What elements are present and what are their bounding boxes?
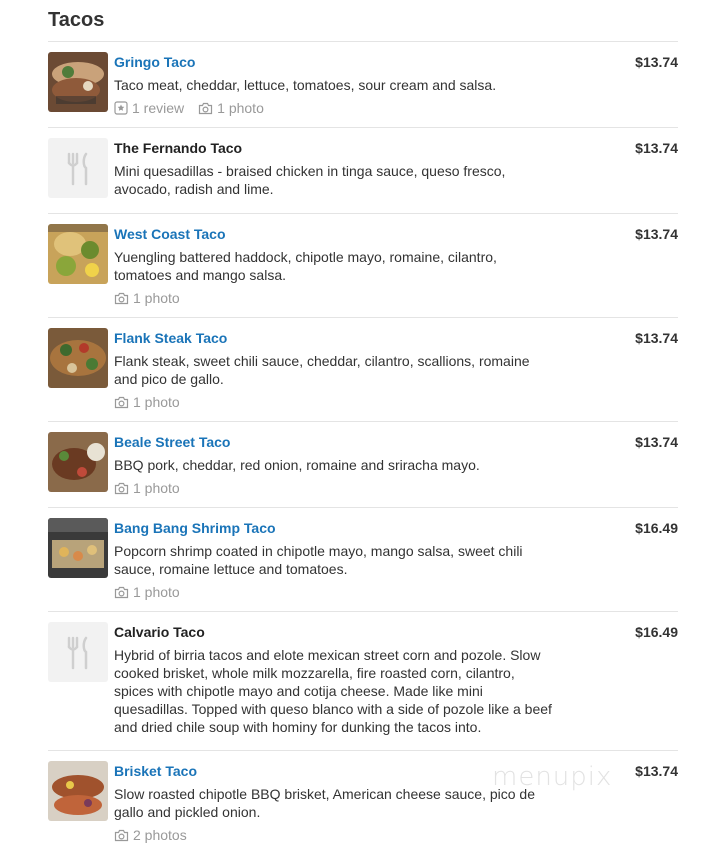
fork-knife-icon <box>67 636 88 670</box>
camera-icon <box>199 102 213 114</box>
menu-item: West Coast Taco Yuengling battered haddo… <box>48 214 678 318</box>
menu-item: The Fernando Taco Mini quesadillas - bra… <box>48 128 678 214</box>
menu-item-name-link[interactable]: Gringo Taco <box>114 54 554 70</box>
menu-item-photo[interactable] <box>48 761 108 821</box>
menu-item-name: Calvario Taco <box>114 624 205 640</box>
photos-link[interactable]: 1 photo <box>114 289 180 307</box>
photos-count: 1 photo <box>217 100 264 116</box>
menu-item-name-link[interactable]: Beale Street Taco <box>114 434 554 450</box>
photos-count: 1 photo <box>133 394 180 410</box>
photos-link[interactable]: 1 photo <box>114 393 180 411</box>
photos-count: 1 photo <box>133 480 180 496</box>
menu-item-photo[interactable] <box>48 518 108 578</box>
menu-item-name-link[interactable]: West Coast Taco <box>114 226 554 242</box>
fork-knife-icon <box>67 152 88 186</box>
menu-item-description: BBQ pork, cheddar, red onion, romaine an… <box>114 457 480 473</box>
photos-link[interactable]: 1 photo <box>114 479 180 497</box>
menu-item-photo[interactable] <box>48 224 108 284</box>
camera-icon <box>114 482 129 494</box>
menu-item-name-link[interactable]: Flank Steak Taco <box>114 330 554 346</box>
menu-item-description: Flank steak, sweet chili sauce, cheddar,… <box>114 353 530 387</box>
menu-item-description: Mini quesadillas - braised chicken in ti… <box>114 163 506 197</box>
reviews-count: 1 review <box>132 100 185 116</box>
menu-item-price: $13.74 <box>635 763 678 779</box>
menu-item-list: Gringo Taco Taco meat, cheddar, lettuce,… <box>48 41 678 855</box>
camera-icon <box>114 586 129 598</box>
photos-count: 1 photo <box>133 584 180 600</box>
menu-item-name: The Fernando Taco <box>114 140 243 156</box>
menu-item-description: Popcorn shrimp coated in chipotle mayo, … <box>114 543 523 577</box>
menu-item-photo[interactable] <box>48 328 108 388</box>
menu-item-photo[interactable] <box>48 52 108 112</box>
watermark: menupix <box>492 762 613 792</box>
menu-item: Beale Street Taco BBQ pork, cheddar, red… <box>48 422 678 508</box>
review-star-icon <box>114 101 128 115</box>
menu-item-photo[interactable] <box>48 432 108 492</box>
menu-item: Calvario Taco Hybrid of birria tacos and… <box>48 612 678 751</box>
reviews-link[interactable]: 1 review <box>114 99 184 117</box>
menu-item-price: $16.49 <box>635 624 678 640</box>
menu-item-price: $16.49 <box>635 520 678 536</box>
menu-item-description: Hybrid of birria tacos and elote mexican… <box>114 647 552 735</box>
menu-item-placeholder <box>48 138 108 198</box>
menu-item-description: Slow roasted chipotle BBQ brisket, Ameri… <box>114 786 535 820</box>
camera-icon <box>114 292 129 304</box>
menu-item-price: $13.74 <box>635 434 678 450</box>
photos-count: 1 photo <box>133 290 180 306</box>
menu-item: Bang Bang Shrimp Taco Popcorn shrimp coa… <box>48 508 678 612</box>
menu-item-price: $13.74 <box>635 226 678 242</box>
menu-item-price: $13.74 <box>635 330 678 346</box>
camera-icon <box>114 396 129 408</box>
menu-item-name-link[interactable]: Brisket Taco <box>114 763 554 779</box>
menu-item-description: Taco meat, cheddar, lettuce, tomatoes, s… <box>114 77 497 93</box>
menu-item-name-link[interactable]: Bang Bang Shrimp Taco <box>114 520 554 536</box>
menu-item-price: $13.74 <box>635 140 678 156</box>
photos-link[interactable]: 2 photos <box>114 826 187 844</box>
menu-item: Gringo Taco Taco meat, cheddar, lettuce,… <box>48 42 678 128</box>
photos-link[interactable]: 1 photo <box>198 99 264 117</box>
menu-item-placeholder <box>48 622 108 682</box>
menu-item: Flank Steak Taco Flank steak, sweet chil… <box>48 318 678 422</box>
section-title: Tacos <box>48 9 105 31</box>
photos-count: 2 photos <box>133 827 187 843</box>
menu-item-description: Yuengling battered haddock, chipotle may… <box>114 249 497 283</box>
photos-link[interactable]: 1 photo <box>114 583 180 601</box>
camera-icon <box>114 829 129 841</box>
menu-item-price: $13.74 <box>635 54 678 70</box>
